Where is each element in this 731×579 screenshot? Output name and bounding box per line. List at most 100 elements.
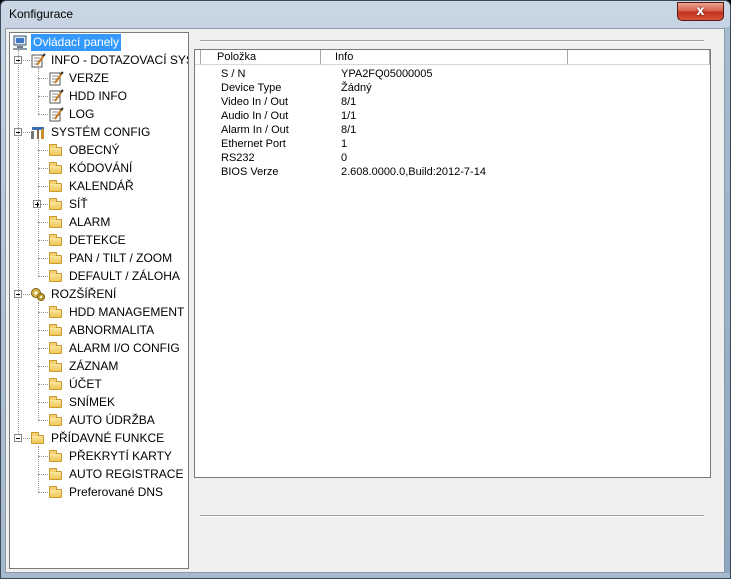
tree-group-info[interactable]: INFO - DOTAZOVACÍ SYS bbox=[10, 52, 189, 69]
row-key: Device Type bbox=[221, 82, 282, 94]
window-title: Konfigurace bbox=[9, 7, 74, 21]
row-value: 8/1 bbox=[341, 124, 357, 136]
table-row[interactable]: Ethernet Port 1 bbox=[195, 137, 710, 151]
tree-item-advanced-0[interactable]: HDD MANAGEMENT bbox=[10, 304, 188, 321]
tools-icon bbox=[30, 125, 46, 140]
row-value: 2.608.0000.0,Build:2012-7-14 bbox=[341, 166, 486, 178]
row-key: Video In / Out bbox=[221, 96, 289, 108]
list-header: Položka Info bbox=[195, 50, 710, 66]
table-row[interactable]: BIOS Verze 2.608.0000.0,Build:2012-7-14 bbox=[195, 165, 710, 179]
tree-connector bbox=[38, 384, 48, 385]
tree-group-advanced[interactable]: ROZŠÍŘENÍ bbox=[10, 286, 188, 303]
tree-item-system-3-label: SÍŤ bbox=[69, 197, 88, 211]
folder-icon bbox=[49, 378, 62, 390]
row-value: 1 bbox=[341, 138, 348, 150]
tree-item-extra-2[interactable]: Preferované DNS bbox=[10, 484, 188, 501]
tree-item-advanced-4[interactable]: ÚČET bbox=[10, 376, 188, 393]
table-row[interactable]: Video In / Out 8/1 bbox=[195, 95, 710, 109]
notepad-pencil-icon bbox=[48, 89, 64, 104]
tree-item-info-1[interactable]: HDD INFO bbox=[10, 88, 188, 105]
tree-item-system-7[interactable]: DEFAULT / ZÁLOHA bbox=[10, 268, 188, 285]
column-header-info[interactable]: Info bbox=[321, 50, 568, 65]
tree-item-system-1[interactable]: KÓDOVÁNÍ bbox=[10, 160, 188, 177]
tree-group-advanced-label: ROZŠÍŘENÍ bbox=[51, 287, 117, 301]
info-list[interactable]: Položka Info S / N YPA2FQ05000005 Device T… bbox=[194, 49, 711, 478]
folder-icon bbox=[49, 270, 62, 282]
folder-icon bbox=[49, 414, 62, 426]
tree-connector bbox=[38, 348, 48, 349]
tree-item-system-0[interactable]: OBECNÝ bbox=[10, 142, 188, 159]
tree-connector bbox=[38, 96, 48, 97]
tree-connector bbox=[38, 402, 48, 403]
title-bar[interactable]: Konfigurace x bbox=[1, 1, 730, 27]
tree-group-system[interactable]: SYSTÉM CONFIG bbox=[10, 124, 188, 141]
tree-connector bbox=[38, 312, 48, 313]
computer-icon bbox=[12, 35, 28, 50]
tree-item-advanced-6[interactable]: AUTO ÚDRŽBA bbox=[10, 412, 188, 429]
row-key: S / N bbox=[221, 68, 246, 80]
folder-icon bbox=[49, 468, 62, 480]
folder-icon bbox=[49, 234, 62, 246]
folder-icon bbox=[49, 144, 62, 156]
tree-item-system-6-label: PAN / TILT / ZOOM bbox=[69, 251, 173, 265]
table-row[interactable]: Alarm In / Out 8/1 bbox=[195, 123, 710, 137]
tree-item-advanced-4-label: ÚČET bbox=[69, 377, 102, 391]
tree-item-system-4-label: ALARM bbox=[69, 215, 111, 229]
expand-sit-toggle[interactable] bbox=[33, 200, 41, 208]
row-value: 0 bbox=[341, 152, 348, 164]
row-value: 1/1 bbox=[341, 110, 357, 122]
row-key: BIOS Verze bbox=[221, 166, 279, 178]
folder-icon bbox=[49, 324, 62, 336]
tree-root-label: Ovládací panely bbox=[31, 34, 122, 51]
tree-connector bbox=[38, 330, 48, 331]
tree-item-system-2[interactable]: KALENDÁŘ bbox=[10, 178, 188, 195]
tree-item-advanced-3[interactable]: ZÁZNAM bbox=[10, 358, 188, 375]
folder-icon bbox=[49, 306, 62, 318]
tree-item-advanced-1[interactable]: ABNORMALITA bbox=[10, 322, 188, 339]
tree-item-info-0[interactable]: VERZE bbox=[10, 70, 188, 87]
close-icon: x bbox=[696, 4, 705, 19]
tree-item-system-5[interactable]: DETEKCE bbox=[10, 232, 188, 249]
tree-item-info-2[interactable]: LOG bbox=[10, 106, 188, 123]
tree-connector bbox=[38, 492, 48, 493]
top-separator bbox=[200, 40, 704, 42]
tree-item-extra-0[interactable]: PŘEKRYTÍ KARTY bbox=[10, 448, 188, 465]
tree-group-info-label: INFO - DOTAZOVACÍ SYS bbox=[51, 53, 189, 67]
tree-connector bbox=[38, 302, 39, 420]
tree-item-advanced-5-label: SNÍMEK bbox=[69, 395, 116, 409]
tree-connector bbox=[23, 294, 30, 295]
tree-item-advanced-5[interactable]: SNÍMEK bbox=[10, 394, 188, 411]
folder-icon bbox=[49, 486, 62, 498]
bottom-separator bbox=[200, 515, 704, 517]
tree-item-system-6[interactable]: PAN / TILT / ZOOM bbox=[10, 250, 188, 267]
folder-icon bbox=[49, 252, 62, 264]
navigation-tree[interactable]: Ovládací panely INFO - DOTAZOVACÍ SYS VERZ… bbox=[9, 32, 189, 569]
tree-connector bbox=[38, 474, 48, 475]
tree-item-system-2-label: KALENDÁŘ bbox=[69, 179, 134, 193]
tree-item-system-1-label: KÓDOVÁNÍ bbox=[69, 161, 133, 175]
table-row[interactable]: RS232 0 bbox=[195, 151, 710, 165]
collapse-extra-toggle[interactable] bbox=[14, 434, 22, 442]
folder-icon bbox=[31, 432, 44, 444]
table-row[interactable]: Audio In / Out 1/1 bbox=[195, 109, 710, 123]
tree-item-system-0-label: OBECNÝ bbox=[69, 143, 120, 157]
tree-connector bbox=[38, 258, 48, 259]
folder-icon bbox=[49, 162, 62, 174]
close-button[interactable]: x bbox=[677, 2, 724, 21]
table-row[interactable]: Device Type Žádný bbox=[195, 81, 710, 95]
tree-item-advanced-2[interactable]: ALARM I/O CONFIG bbox=[10, 340, 188, 357]
tree-item-extra-1[interactable]: AUTO REGISTRACE bbox=[10, 466, 188, 483]
tree-item-extra-1-label: AUTO REGISTRACE bbox=[69, 467, 184, 481]
notepad-pencil-icon bbox=[48, 71, 64, 86]
tree-root[interactable]: Ovládací panely bbox=[10, 34, 188, 51]
tree-item-advanced-6-label: AUTO ÚDRŽBA bbox=[69, 413, 155, 427]
tree-item-system-4[interactable]: ALARM bbox=[10, 214, 188, 231]
tree-group-extra[interactable]: PŘÍDAVNÉ FUNKCE bbox=[10, 430, 188, 447]
row-key: Ethernet Port bbox=[221, 138, 286, 150]
row-key: RS232 bbox=[221, 152, 255, 164]
tree-connector bbox=[23, 60, 30, 61]
column-header-item[interactable]: Položka bbox=[201, 50, 321, 65]
table-row[interactable]: S / N YPA2FQ05000005 bbox=[195, 67, 710, 81]
tree-connector bbox=[23, 132, 30, 133]
folder-icon bbox=[49, 396, 62, 408]
